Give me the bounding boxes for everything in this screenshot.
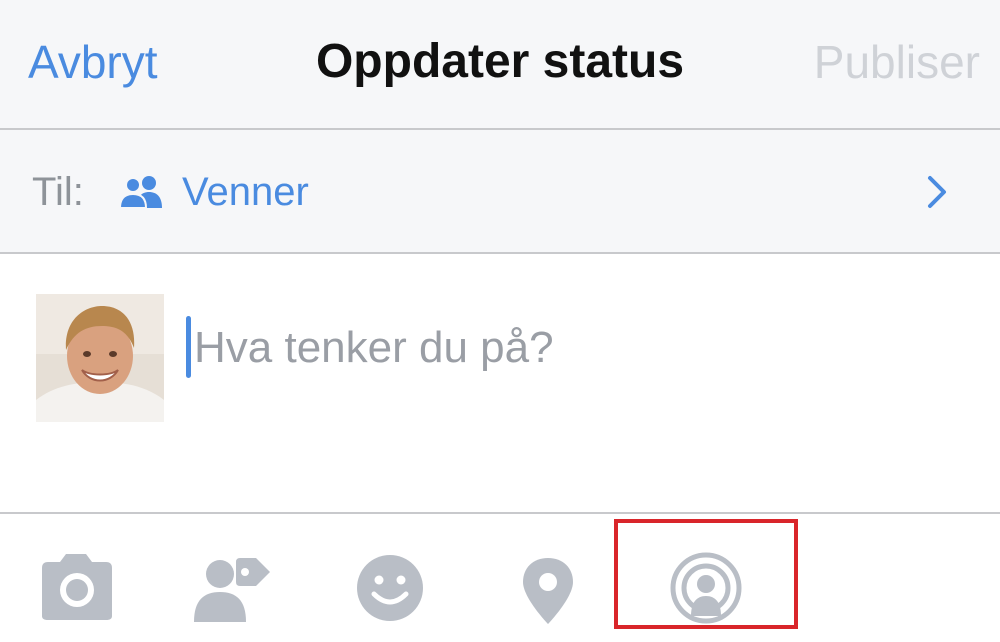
status-composer — [0, 254, 1000, 512]
navigation-bar: Avbryt Oppdater status Publiser — [0, 0, 1000, 130]
status-input[interactable] — [194, 318, 954, 378]
audience-label: Til: — [32, 170, 84, 214]
tag-people-icon — [190, 528, 274, 628]
emoji-icon — [354, 528, 426, 628]
camera-icon — [34, 528, 118, 628]
friends-icon — [118, 174, 166, 210]
feeling-button[interactable] — [354, 528, 426, 628]
check-in-button[interactable] — [518, 528, 578, 628]
avatar — [36, 294, 164, 422]
camera-button[interactable] — [34, 528, 118, 628]
audience-value: Venner — [182, 170, 309, 214]
location-pin-icon — [518, 528, 578, 628]
composer-toolbar — [0, 512, 1000, 642]
publish-button[interactable]: Publiser — [814, 34, 980, 90]
tag-people-button[interactable] — [190, 528, 274, 628]
highlight-annotation-box — [614, 519, 798, 629]
chevron-right-icon — [924, 174, 950, 210]
audience-selector[interactable]: Til: Venner — [0, 130, 1000, 254]
text-cursor — [186, 316, 191, 378]
